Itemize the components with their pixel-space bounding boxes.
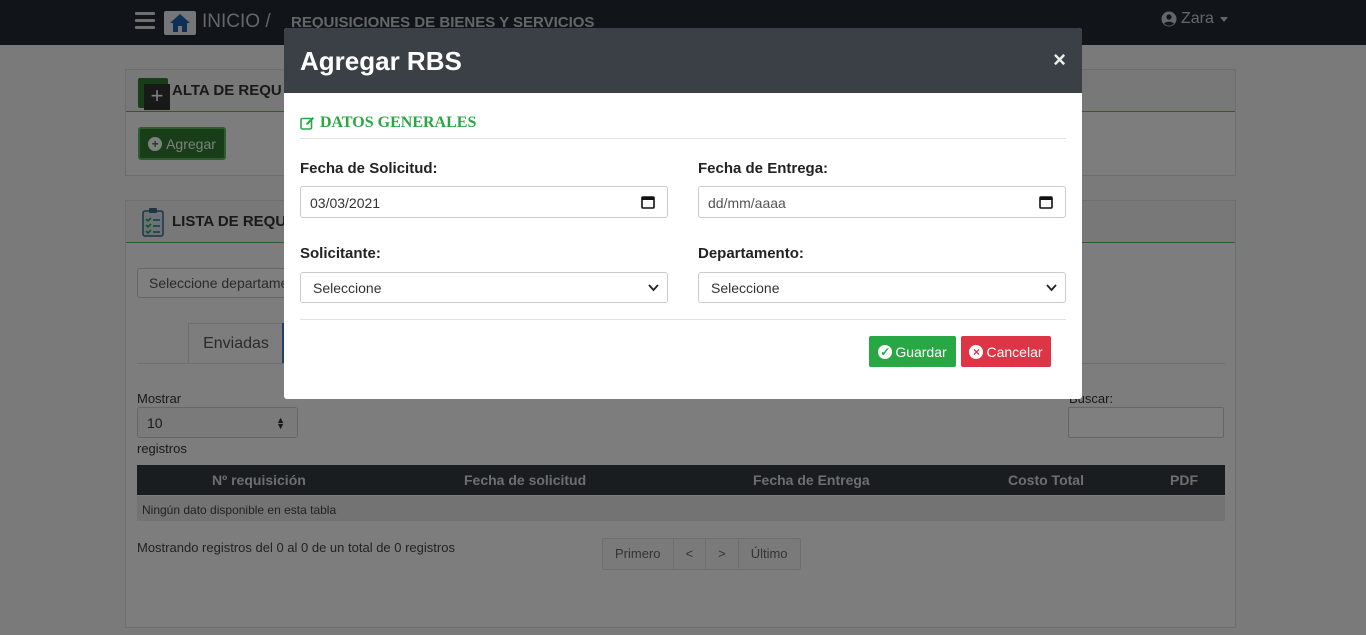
fecha-entrega-input[interactable]: dd/mm/aaaa xyxy=(698,186,1066,218)
modal-header: Agregar RBS × xyxy=(284,28,1082,93)
fecha-solicitud-input[interactable]: 03/03/2021 xyxy=(300,186,668,218)
modal-title: Agregar RBS xyxy=(300,46,462,76)
footer-divider xyxy=(300,319,1066,320)
close-icon[interactable]: × xyxy=(1053,47,1066,73)
cancel-button-label: Cancelar xyxy=(986,343,1043,360)
times-circle-icon: × xyxy=(969,344,984,359)
solicitante-label: Solicitante: xyxy=(300,245,381,262)
fecha-solicitud-value: 03/03/2021 xyxy=(310,195,381,211)
departamento-label: Departamento: xyxy=(698,245,804,262)
save-button[interactable]: ✓ Guardar xyxy=(869,336,956,367)
chevron-down-icon xyxy=(1046,284,1057,292)
solicitante-select[interactable]: Seleccione xyxy=(300,272,668,303)
fecha-entrega-label: Fecha de Entrega: xyxy=(698,160,829,177)
edit-icon xyxy=(300,117,314,130)
departamento-select[interactable]: Seleccione xyxy=(698,272,1066,303)
fecha-entrega-placeholder: dd/mm/aaaa xyxy=(708,195,786,211)
section-title-text: DATOS GENERALES xyxy=(320,114,477,131)
section-divider xyxy=(300,138,1066,139)
check-circle-icon: ✓ xyxy=(878,344,893,359)
cancel-button[interactable]: × Cancelar xyxy=(961,336,1051,367)
solicitante-value: Seleccione xyxy=(313,280,382,296)
chevron-down-icon xyxy=(648,284,659,292)
add-rbs-modal: Agregar RBS × DATOS GENERALES Fecha de S… xyxy=(284,28,1082,399)
fecha-solicitud-label: Fecha de Solicitud: xyxy=(300,160,438,177)
section-title: DATOS GENERALES xyxy=(300,114,476,132)
calendar-icon[interactable] xyxy=(641,195,655,209)
departamento-value: Seleccione xyxy=(711,280,780,296)
calendar-icon[interactable] xyxy=(1039,195,1053,209)
save-button-label: Guardar xyxy=(895,343,947,360)
